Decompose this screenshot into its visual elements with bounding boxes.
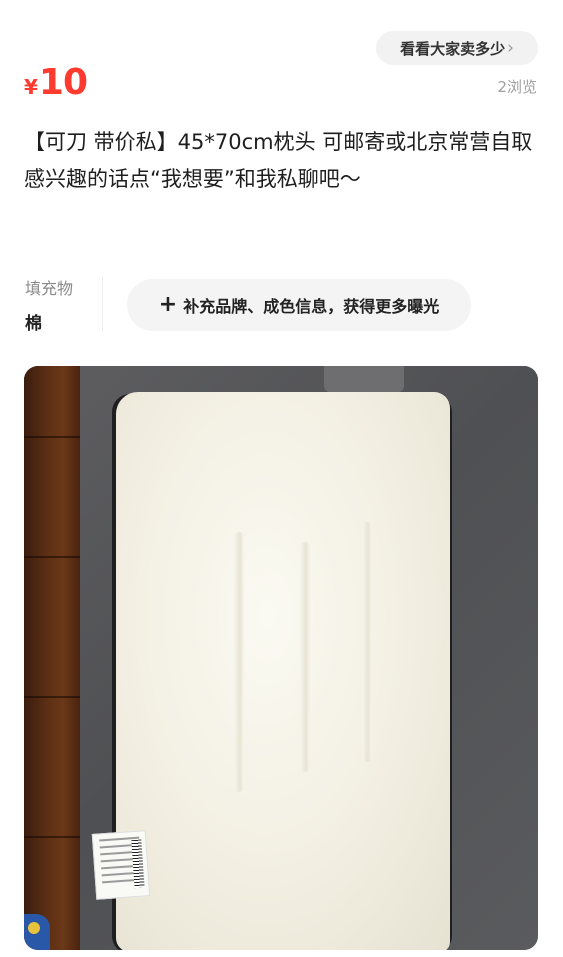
photo-sheet [324,366,404,392]
photo-wood-floor [24,366,80,950]
attribute-filling-label: 填充物 [25,279,74,298]
description-line-2: 感兴趣的话点“我想要”和我私聊吧～ [24,167,361,191]
compare-prices-button[interactable]: 看看大家卖多少 › [376,31,538,65]
plus-icon: + [158,292,178,317]
price-amount: 10 [38,62,88,103]
attribute-filling-value: 棉 [25,314,42,334]
compare-prices-label: 看看大家卖多少 [400,39,506,58]
attribute-divider [102,277,103,331]
pillow-care-tag [91,830,151,900]
description-line-1: 【可刀 带价私】45*70cm枕头 可邮寄或北京常营自取 [24,130,533,154]
listing-page: 看看大家卖多少 › ¥ 10 2浏览 【可刀 带价私】45*70cm枕头 可邮寄… [0,0,563,957]
photo-blue-object [24,914,50,950]
attribute-filling: 填充物 棉 [25,275,73,334]
price-currency: ¥ [24,75,38,99]
listing-description: 【可刀 带价私】45*70cm枕头 可邮寄或北京常营自取 感兴趣的话点“我想要”… [24,124,539,198]
chevron-right-icon: › [507,38,514,58]
add-details-label: 补充品牌、成色信息，获得更多曝光 [183,297,440,316]
add-details-button[interactable]: + 补充品牌、成色信息，获得更多曝光 [127,279,471,331]
view-count: 2浏览 [497,78,537,96]
product-photo[interactable] [24,366,538,950]
price: ¥ 10 [24,62,88,103]
pillow [116,392,450,950]
